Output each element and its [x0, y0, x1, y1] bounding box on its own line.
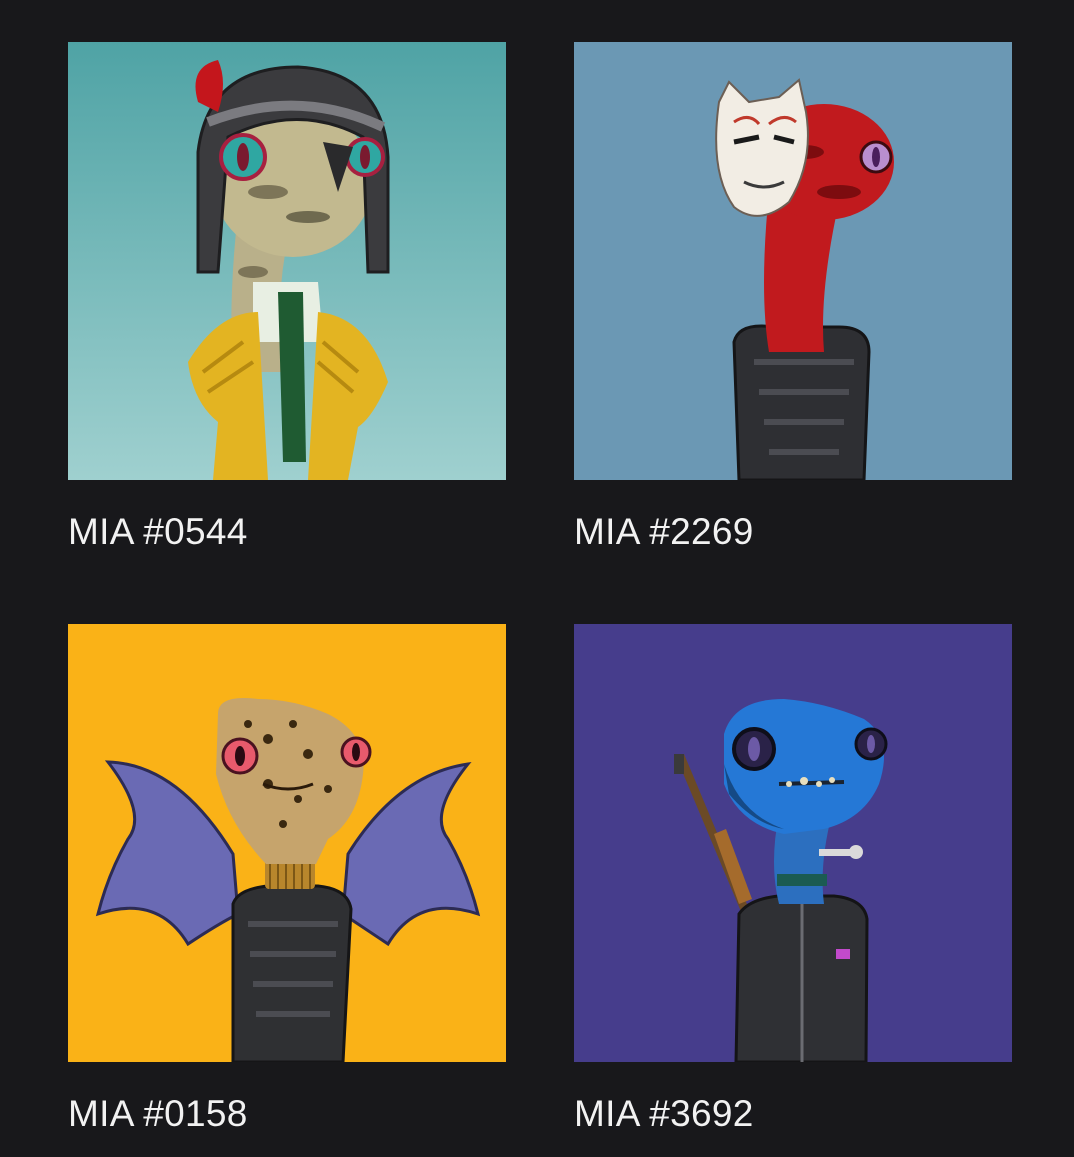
nft-title[interactable]: MIA #0158 [68, 1092, 506, 1136]
nft-card[interactable]: MIA #0544 [68, 42, 506, 554]
nft-image[interactable] [68, 624, 506, 1062]
nft-card[interactable]: MIA #3692 [574, 624, 1012, 1136]
nft-title[interactable]: MIA #3692 [574, 1092, 1012, 1136]
lizard-bat-wings-art [68, 624, 506, 1062]
nft-card[interactable]: MIA #2269 [574, 42, 1012, 554]
lizard-rifle-art [574, 624, 1012, 1062]
lizard-kitsune-mask-art [574, 42, 1012, 480]
nft-image[interactable] [68, 42, 506, 480]
nft-title[interactable]: MIA #2269 [574, 510, 1012, 554]
nft-grid: MIA #0544 MIA #2269 MIA #0158 MIA #3692 [0, 0, 1074, 1157]
nft-title[interactable]: MIA #0544 [68, 510, 506, 554]
nft-card[interactable]: MIA #0158 [68, 624, 506, 1136]
lizard-helmet-art [68, 42, 506, 480]
nft-image[interactable] [574, 42, 1012, 480]
nft-image[interactable] [574, 624, 1012, 1062]
